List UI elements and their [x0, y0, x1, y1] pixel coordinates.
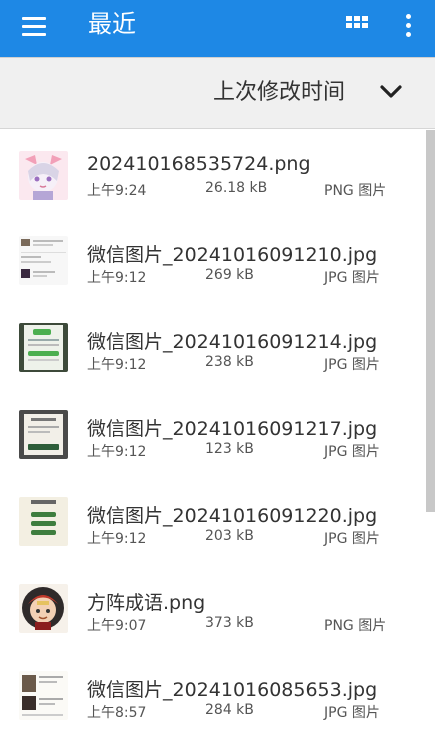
- file-type: JPG 图片: [324, 444, 380, 460]
- scrollbar-thumb[interactable]: [426, 130, 435, 512]
- hamburger-line: [22, 33, 46, 36]
- file-row[interactable]: 微信图片_20241016085653.jpg 上午8:57 284 kB JP…: [0, 652, 424, 734]
- more-dot: [406, 32, 411, 37]
- app-bar: 最近: [0, 0, 435, 57]
- file-time: 上午9:24: [87, 183, 147, 199]
- file-type: JPG 图片: [324, 705, 380, 721]
- image-thumbnail: [19, 584, 68, 633]
- screenshot-thumbnail-icon: [19, 236, 68, 285]
- sort-label: 上次修改时间: [213, 80, 346, 105]
- file-size: 203 kB: [205, 528, 254, 544]
- file-name: 微信图片_20241016091220.jpg: [87, 505, 378, 527]
- file-list: 202410168535724.png 上午9:24 26.18 kB PNG …: [0, 130, 424, 734]
- menu-screen-thumbnail-icon: [19, 497, 68, 546]
- file-row[interactable]: 方阵成语.png 上午9:07 373 kB PNG 图片: [0, 565, 424, 652]
- chevron-down-icon: [380, 85, 402, 98]
- file-size: 373 kB: [205, 615, 254, 631]
- sort-selector[interactable]: 上次修改时间: [0, 57, 435, 129]
- file-time: 上午8:57: [87, 705, 147, 721]
- file-size: 123 kB: [205, 441, 254, 457]
- file-size: 284 kB: [205, 702, 254, 718]
- file-type: PNG 图片: [324, 183, 387, 199]
- file-type: PNG 图片: [324, 618, 387, 634]
- file-name: 方阵成语.png: [87, 592, 206, 614]
- file-type: JPG 图片: [324, 531, 380, 547]
- file-name: 202410168535724.png: [87, 153, 311, 175]
- more-dot: [406, 23, 411, 28]
- file-row[interactable]: 微信图片_20241016091220.jpg 上午9:12 203 kB JP…: [0, 478, 424, 565]
- anime-girl-thumbnail-icon: [19, 151, 68, 200]
- file-size: 26.18 kB: [205, 180, 268, 196]
- file-time: 上午9:12: [87, 444, 147, 460]
- hamburger-menu-icon: [22, 17, 46, 20]
- file-row[interactable]: 微信图片_20241016091217.jpg 上午9:12 123 kB JP…: [0, 391, 424, 478]
- more-vertical-icon: [406, 14, 411, 19]
- more-options-button[interactable]: [396, 10, 420, 46]
- file-name: 微信图片_20241016085653.jpg: [87, 679, 378, 701]
- file-time: 上午9:12: [87, 357, 147, 373]
- file-type: JPG 图片: [324, 357, 380, 373]
- file-row[interactable]: 微信图片_20241016091214.jpg 上午9:12 238 kB JP…: [0, 304, 424, 391]
- hamburger-line: [22, 25, 46, 28]
- file-name: 微信图片_20241016091217.jpg: [87, 418, 378, 440]
- file-size: 238 kB: [205, 354, 254, 370]
- file-row[interactable]: 微信图片_20241016091210.jpg 上午9:12 269 kB JP…: [0, 217, 424, 304]
- file-name: 微信图片_20241016091214.jpg: [87, 331, 378, 353]
- image-thumbnail: [19, 410, 68, 459]
- character-avatar-thumbnail-icon: [19, 584, 68, 633]
- image-thumbnail: [19, 671, 68, 720]
- article-screenshot-thumbnail-icon: [19, 671, 68, 720]
- file-size: 269 kB: [205, 267, 254, 283]
- file-name: 微信图片_20241016091210.jpg: [87, 244, 378, 266]
- file-time: 上午9:12: [87, 270, 147, 286]
- file-type: JPG 图片: [324, 270, 380, 286]
- file-row[interactable]: 202410168535724.png 上午9:24 26.18 kB PNG …: [0, 130, 424, 217]
- file-time: 上午9:12: [87, 531, 147, 547]
- grid-view-button[interactable]: [345, 13, 373, 41]
- file-time: 上午9:07: [87, 618, 147, 634]
- grid-view-icon: [346, 16, 368, 28]
- image-thumbnail: [19, 323, 68, 372]
- dark-dialog-thumbnail-icon: [19, 410, 68, 459]
- page-title: 最近: [88, 10, 136, 38]
- image-thumbnail: [19, 236, 68, 285]
- menu-button[interactable]: [14, 16, 54, 40]
- image-thumbnail: [19, 151, 68, 200]
- green-app-screen-thumbnail-icon: [19, 323, 68, 372]
- image-thumbnail: [19, 497, 68, 546]
